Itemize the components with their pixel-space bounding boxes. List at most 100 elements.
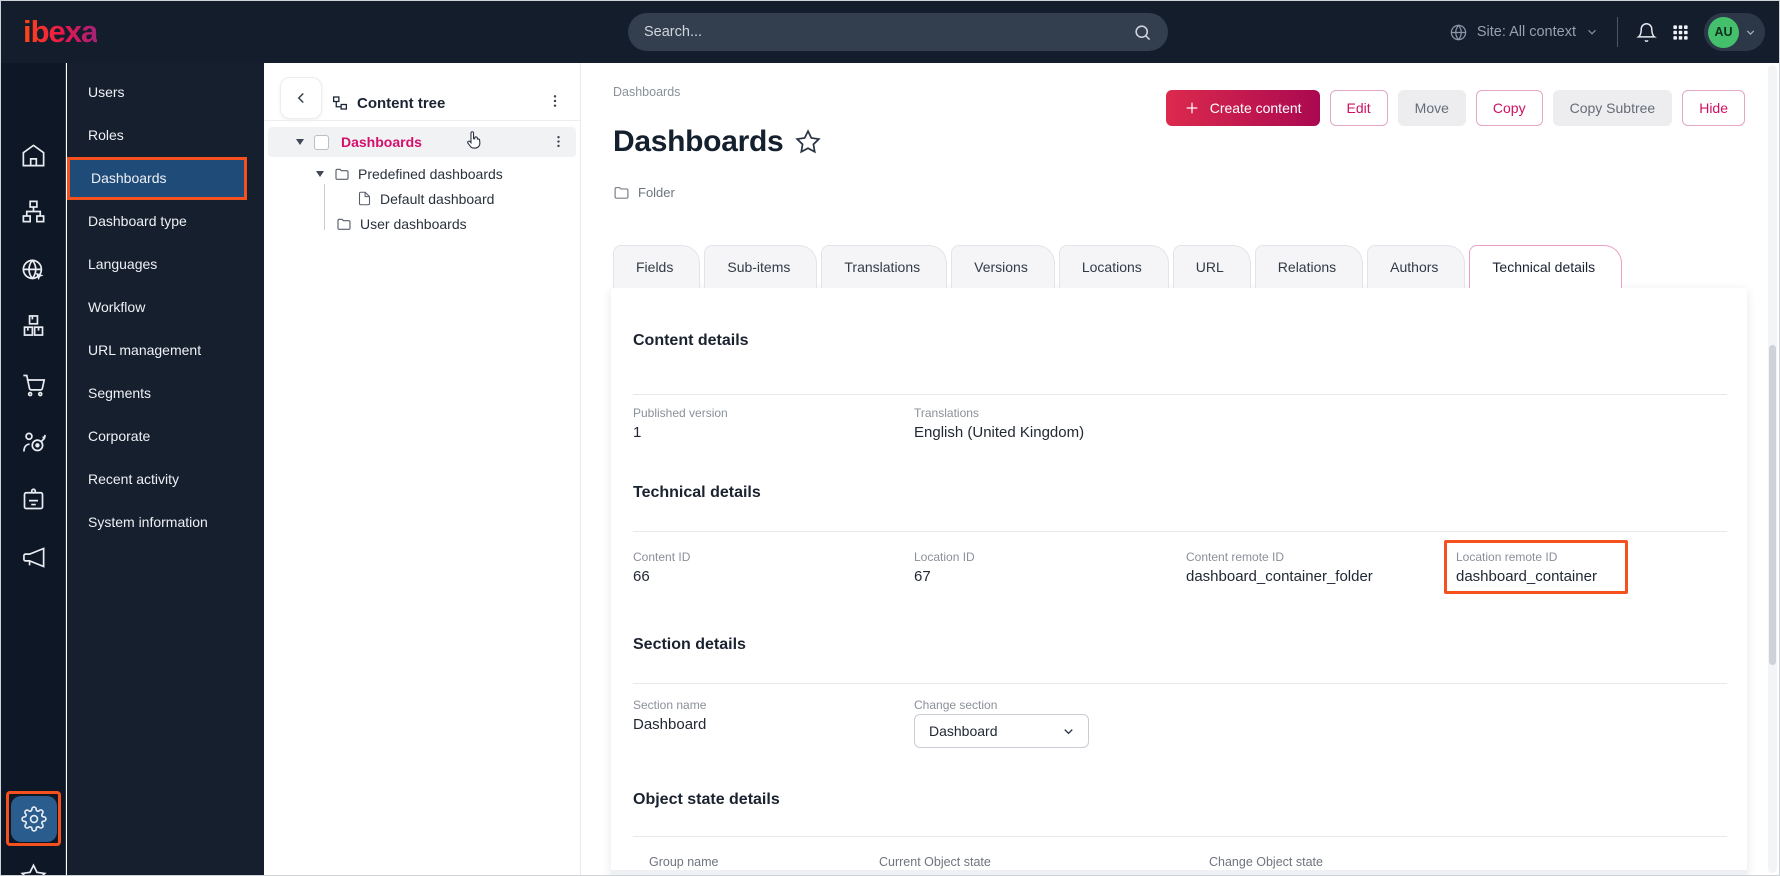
sidebar-item-recent-activity[interactable]: Recent activity (67, 458, 264, 501)
tree-checkbox[interactable] (314, 135, 329, 150)
sidebar-item-roles[interactable]: Roles (67, 114, 264, 157)
icon-rail (1, 63, 66, 876)
sidebar-item-system-information[interactable]: System information (67, 501, 264, 544)
section-divider (633, 531, 1727, 532)
edit-button[interactable]: Edit (1330, 90, 1388, 126)
topbar-divider (1617, 17, 1618, 47)
tab-versions[interactable]: Versions (951, 245, 1055, 288)
sidebar-item-corporate[interactable]: Corporate (67, 415, 264, 458)
field-value: dashboard_container_folder (1186, 568, 1373, 585)
tab-bar: Fields Sub-items Translations Versions L… (613, 245, 1622, 288)
admin-sidebar: Users Roles Dashboards Dashboard type La… (67, 63, 264, 876)
page-scrollbar (1768, 65, 1777, 873)
chevron-down-icon (1585, 25, 1599, 39)
section-divider (633, 394, 1727, 395)
tab-url[interactable]: URL (1173, 245, 1251, 288)
hide-button[interactable]: Hide (1682, 90, 1745, 126)
tab-sub-items[interactable]: Sub-items (704, 245, 817, 288)
field-label: Content ID (633, 550, 690, 564)
tab-technical-details[interactable]: Technical details (1469, 245, 1622, 288)
file-icon (357, 191, 372, 206)
move-button[interactable]: Move (1398, 90, 1466, 126)
tab-translations[interactable]: Translations (821, 245, 947, 288)
collapse-tree-button[interactable] (280, 77, 322, 119)
notifications-bell-icon[interactable] (1636, 22, 1657, 43)
corporate-badge-icon[interactable] (20, 486, 47, 513)
content-details-heading: Content details (633, 332, 749, 350)
tree-item-dashboards[interactable]: Dashboards (268, 127, 576, 157)
change-section-select[interactable]: Dashboard (914, 714, 1089, 748)
favorite-star-icon[interactable] (795, 129, 821, 155)
copy-subtree-button[interactable]: Copy Subtree (1553, 90, 1673, 126)
tab-authors[interactable]: Authors (1367, 245, 1465, 288)
tab-fields[interactable]: Fields (613, 245, 700, 288)
action-toolbar: Create content Edit Move Copy Copy Subtr… (1166, 90, 1745, 126)
settings-highlight-annotation (6, 791, 61, 846)
tree-item-label[interactable]: Predefined dashboards (358, 166, 503, 182)
product-catalog-boxes-icon[interactable] (20, 312, 47, 339)
marketing-megaphone-icon[interactable] (20, 544, 47, 571)
tree-item-label[interactable]: Dashboards (341, 134, 422, 150)
tree-options-kebab-icon[interactable] (547, 93, 563, 109)
create-content-button[interactable]: Create content (1166, 90, 1320, 126)
sidebar-item-dashboard-type[interactable]: Dashboard type (67, 200, 264, 243)
home-icon[interactable] (20, 142, 47, 169)
field-label: Section name (633, 698, 706, 712)
section-divider (633, 836, 1727, 837)
sidebar-item-segments[interactable]: Segments (67, 372, 264, 415)
page-title: Dashboards (613, 125, 783, 159)
content-structure-icon[interactable] (20, 198, 47, 225)
location-remote-id-annotation (1444, 540, 1628, 594)
tree-item-label[interactable]: Default dashboard (380, 191, 494, 207)
folder-icon (613, 184, 630, 201)
tab-locations[interactable]: Locations (1059, 245, 1169, 288)
personalization-target-icon[interactable] (20, 429, 47, 456)
section-details-heading: Section details (633, 636, 746, 654)
breadcrumb[interactable]: Dashboards (613, 85, 680, 99)
table-header-group-name: Group name (649, 855, 718, 869)
field-value: 67 (914, 568, 931, 585)
avatar[interactable]: AU (1708, 17, 1739, 48)
tree-item-kebab-icon[interactable] (551, 134, 566, 149)
sidebar-item-users[interactable]: Users (67, 71, 264, 114)
tab-relations[interactable]: Relations (1255, 245, 1363, 288)
bookmarks-star-icon[interactable] (20, 863, 47, 876)
table-row-strip (611, 870, 1747, 876)
field-label: Location remote ID (1456, 550, 1557, 564)
tree-item-default-dashboard[interactable]: Default dashboard (264, 186, 580, 211)
site-globe-cursor-icon[interactable] (20, 257, 47, 284)
settings-active-tile[interactable] (11, 796, 57, 842)
tree-item-label[interactable]: User dashboards (360, 216, 467, 232)
globe-icon (1449, 23, 1468, 42)
commerce-cart-icon[interactable] (20, 371, 47, 398)
object-state-heading: Object state details (633, 791, 780, 809)
search-input[interactable] (644, 24, 1133, 40)
field-label: Location ID (914, 550, 975, 564)
main-content: Dashboards Create content Edit Move Copy… (581, 63, 1780, 876)
app-window: ibexa Site: All context AU (0, 0, 1780, 876)
tree-item-predefined-dashboards[interactable]: Predefined dashboards (264, 161, 580, 186)
sidebar-item-languages[interactable]: Languages (67, 243, 264, 286)
caret-down-icon[interactable] (296, 139, 304, 145)
tree-item-user-dashboards[interactable]: User dashboards (264, 211, 580, 236)
user-menu[interactable]: AU (1704, 13, 1765, 51)
scrollbar-thumb[interactable] (1769, 345, 1776, 665)
caret-down-icon[interactable] (316, 171, 324, 177)
site-context-selector[interactable]: Site: All context (1449, 23, 1599, 42)
field-value: 1 (633, 424, 641, 441)
content-type-label: Folder (638, 185, 675, 200)
top-bar: ibexa Site: All context AU (1, 1, 1779, 63)
sidebar-item-dashboards[interactable]: Dashboards (67, 157, 247, 200)
search-icon[interactable] (1133, 23, 1152, 42)
tree-header-divider (264, 120, 580, 121)
copy-button[interactable]: Copy (1476, 90, 1543, 126)
table-header-change-state: Change Object state (1209, 855, 1323, 869)
app-grid-icon[interactable] (1671, 23, 1690, 42)
field-value: dashboard_container (1456, 568, 1597, 585)
field-label: Published version (633, 406, 728, 420)
chevron-left-icon (292, 89, 310, 107)
chevron-down-icon (1744, 26, 1757, 39)
global-search[interactable] (628, 13, 1168, 51)
sidebar-item-url-management[interactable]: URL management (67, 329, 264, 372)
sidebar-item-workflow[interactable]: Workflow (67, 286, 264, 329)
